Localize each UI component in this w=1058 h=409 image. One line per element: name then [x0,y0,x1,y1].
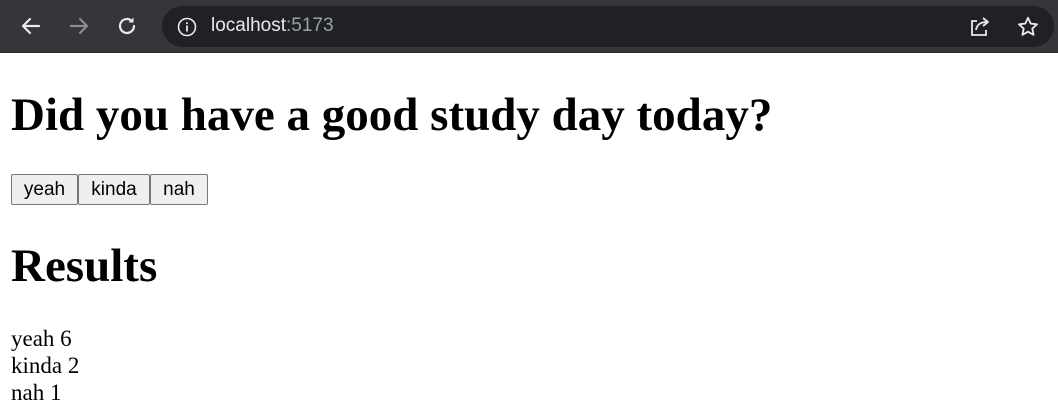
result-label: nah [11,380,45,405]
browser-toolbar: localhost:5173 [0,0,1058,53]
kinda-button[interactable]: kinda [78,174,150,205]
yeah-button[interactable]: yeah [11,174,78,205]
result-row-kinda: kinda 2 [11,352,79,379]
nah-button[interactable]: nah [150,174,208,205]
result-label: yeah [11,326,55,351]
result-count: 2 [67,353,80,378]
bookmark-star-icon[interactable] [1016,15,1040,39]
url-host: localhost [211,15,286,36]
back-arrow-icon [21,17,41,35]
result-count: 1 [49,380,62,405]
result-label: kinda [11,353,63,378]
back-button[interactable] [15,10,47,42]
reload-button[interactable] [111,10,143,42]
url-port: :5173 [286,15,334,36]
result-row-yeah: yeah 6 [11,325,79,352]
results-list: yeah 6 kinda 2 nah 1 [11,325,79,406]
site-info-icon [177,17,197,37]
result-row-nah: nah 1 [11,379,79,406]
url-text[interactable]: localhost:5173 [211,15,334,37]
result-count: 6 [60,326,72,351]
address-bar[interactable]: localhost:5173 [162,6,1054,47]
forward-arrow-icon [69,17,89,35]
results-heading: Results [11,240,158,292]
answer-button-group: yeah kinda nah [11,174,208,205]
page-question-heading: Did you have a good study day today? [11,89,773,141]
reload-icon [118,17,136,35]
forward-button[interactable] [63,10,95,42]
share-icon[interactable] [968,15,992,39]
